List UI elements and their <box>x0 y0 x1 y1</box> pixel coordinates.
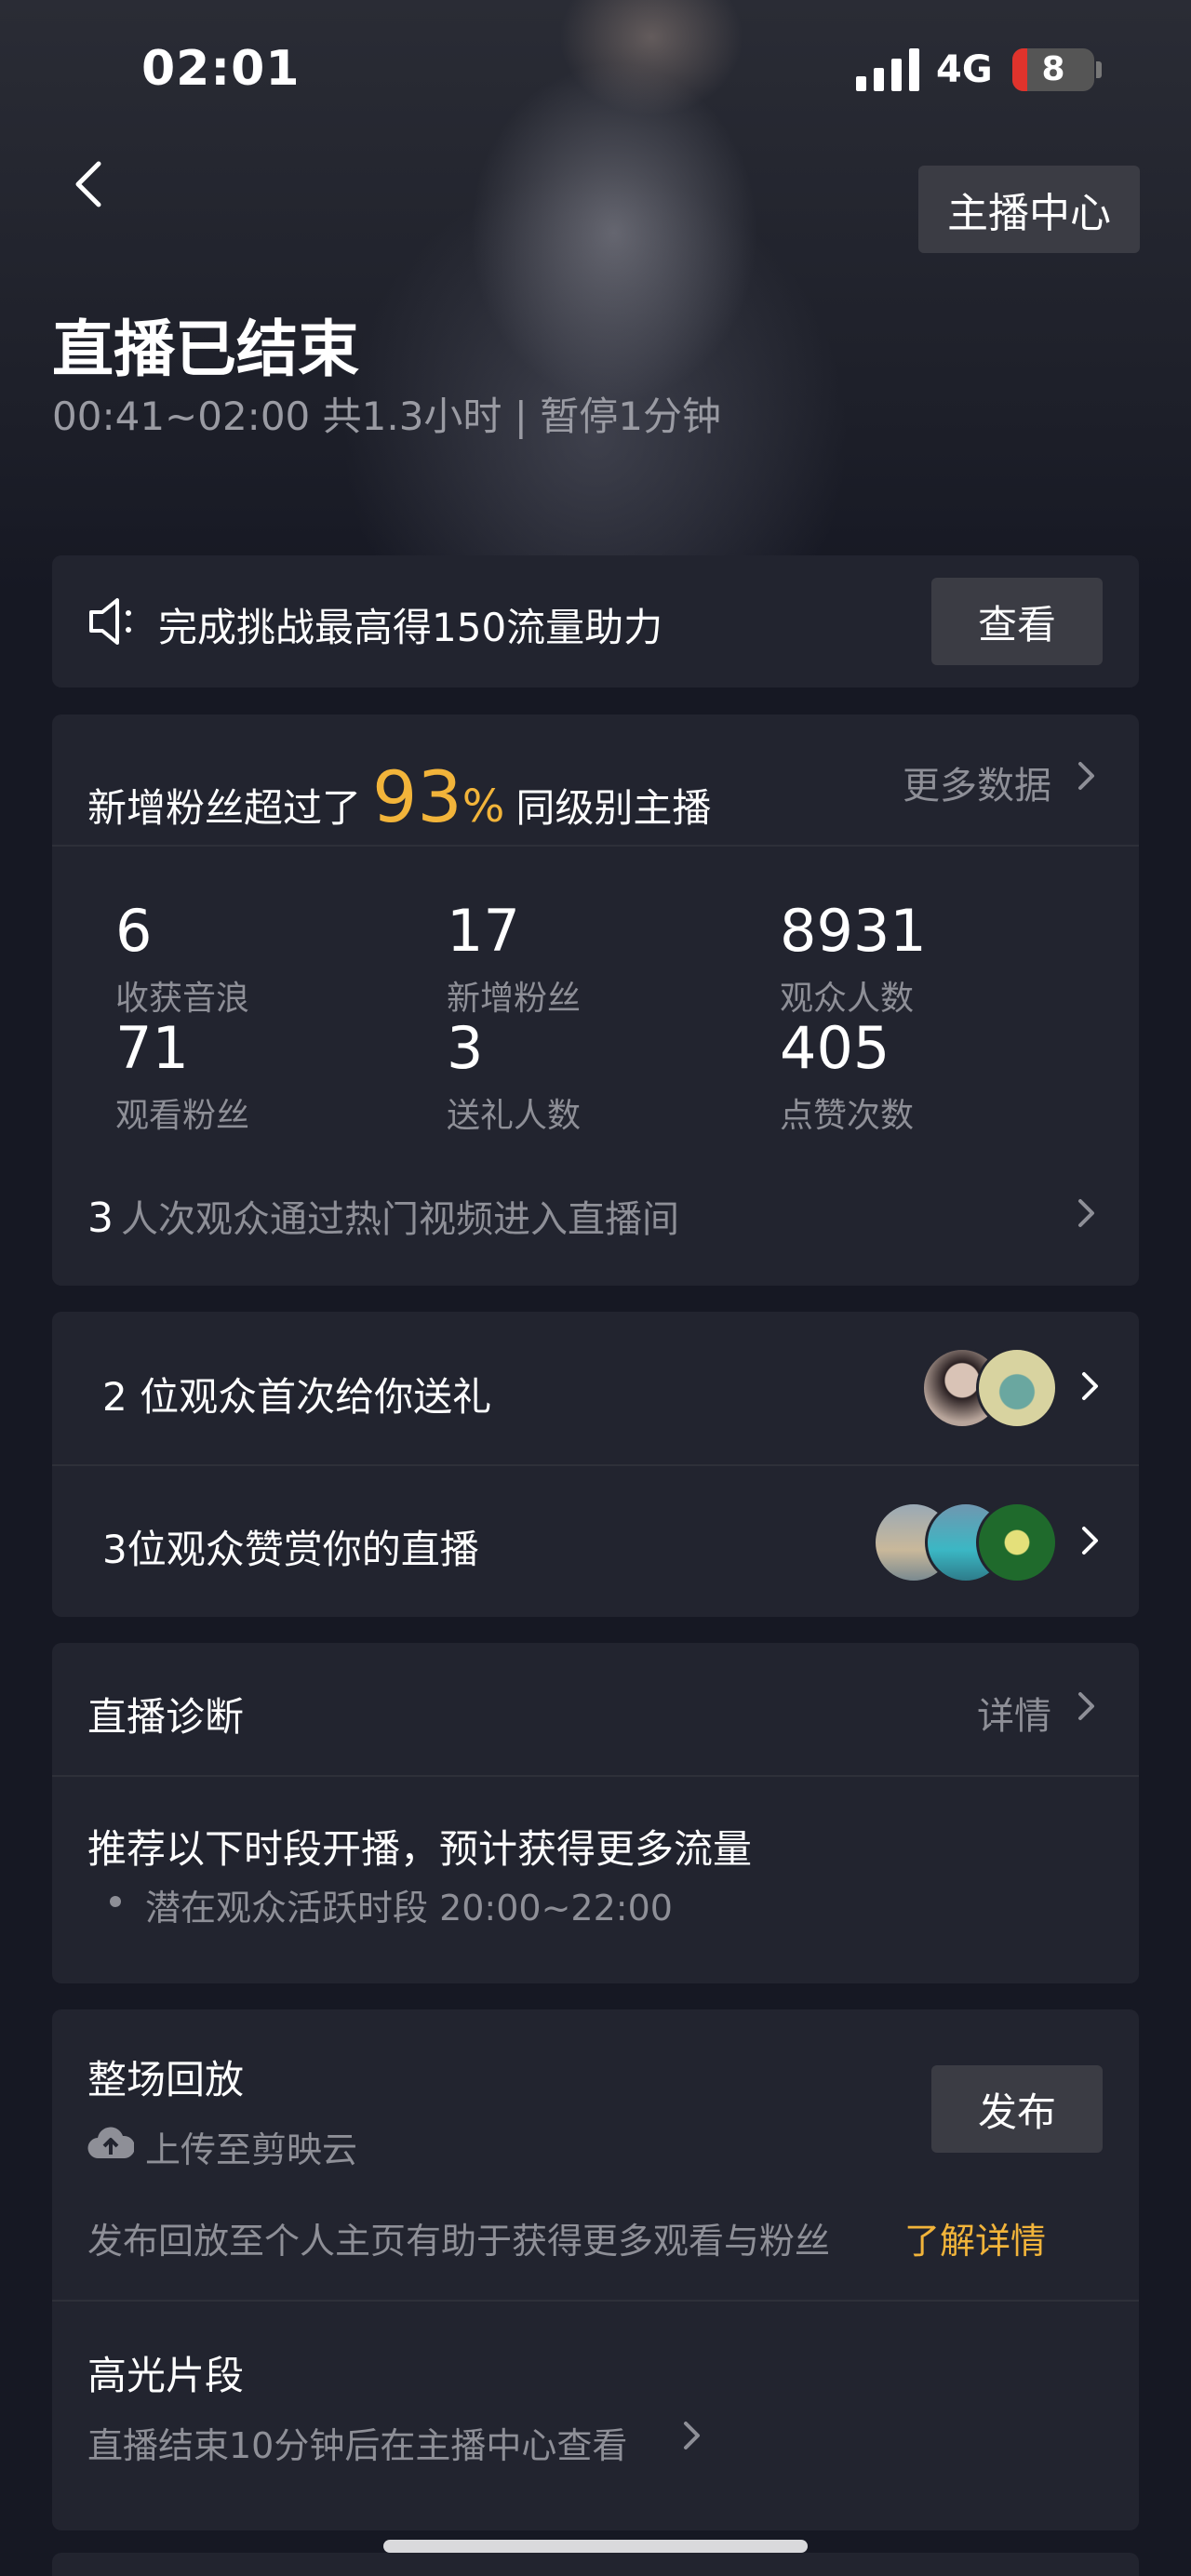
publish-button[interactable]: 发布 <box>931 2065 1103 2153</box>
speaker-icon <box>89 598 131 645</box>
diagnosis-details-link[interactable]: 详情 <box>977 1686 1051 1740</box>
bullet-dot <box>110 1896 121 1907</box>
stat-value-new-fans: 17 <box>447 897 520 965</box>
stat-label-new-fans: 新增粉丝 <box>447 980 582 1018</box>
chevron-right-icon[interactable] <box>1076 1196 1098 1230</box>
battery-tip <box>1096 61 1102 78</box>
more-data-link[interactable]: 更多数据 <box>903 755 1051 809</box>
chevron-right-icon[interactable] <box>1079 1369 1102 1403</box>
stat-value-watching-fans: 71 <box>115 1014 189 1082</box>
cloud-upload-icon <box>87 2127 134 2159</box>
highlights-description[interactable]: 直播结束10分钟后在主播中心查看 <box>87 2417 627 2468</box>
stat-label-likes: 点赞次数 <box>780 1097 915 1135</box>
hot-video-text: 人次观众通过热门视频进入直播间 <box>121 1198 679 1241</box>
stat-value-gift-givers: 3 <box>447 1014 484 1082</box>
page-title: 直播已结束 <box>52 314 359 385</box>
stat-label-gift-givers: 送礼人数 <box>447 1097 582 1135</box>
fan-growth-percent-sign: % <box>462 781 505 833</box>
status-time: 02:01 <box>141 41 301 97</box>
replay-description: 发布回放至个人主页有助于获得更多观看与粉丝 <box>87 2221 831 2262</box>
avatar <box>976 1347 1058 1429</box>
replay-title: 整场回放 <box>87 2057 245 2102</box>
chevron-right-icon[interactable] <box>681 2419 703 2452</box>
diagnosis-card: 直播诊断 详情 推荐以下时段开播，预计获得更多流量 潜在观众活跃时段 20:00… <box>52 1643 1139 1983</box>
next-card <box>52 2553 1139 2576</box>
first-gift-text[interactable]: 2 位观众首次给你送礼 <box>102 1366 491 1422</box>
appreciate-text[interactable]: 3位观众赞赏你的直播 <box>102 1518 479 1575</box>
stat-value-gifts: 6 <box>115 897 153 965</box>
stats-card: 新增粉丝超过了 93 % 同级别主播 更多数据 6 收获音浪 17 新增粉丝 8… <box>52 714 1139 1286</box>
back-arrow-icon[interactable] <box>67 156 114 212</box>
stat-label-viewers: 观众人数 <box>780 980 915 1018</box>
host-center-button[interactable]: 主播中心 <box>918 166 1140 253</box>
highlights-title: 高光片段 <box>87 2353 245 2398</box>
learn-more-link[interactable]: 了解详情 <box>904 2212 1046 2263</box>
diagnosis-title: 直播诊断 <box>87 1694 245 1740</box>
fan-growth-percent: 93 <box>372 755 462 838</box>
stat-label-gifts: 收获音浪 <box>115 980 250 1018</box>
avatar <box>976 1502 1058 1583</box>
stat-value-viewers: 8931 <box>780 897 927 965</box>
signal-icon <box>856 48 919 91</box>
chevron-right-icon[interactable] <box>1076 759 1098 793</box>
fan-growth-headline: 新增粉丝超过了 93 % 同级别主播 <box>87 755 711 838</box>
network-label: 4G <box>936 48 993 91</box>
stat-value-likes: 405 <box>780 1014 890 1082</box>
live-duration: 00:41~02:00 共1.3小时 | 暂停1分钟 <box>52 394 721 439</box>
chevron-right-icon[interactable] <box>1076 1689 1098 1723</box>
home-indicator[interactable] <box>383 2540 808 2553</box>
hot-video-count: 3 <box>87 1195 114 1242</box>
diagnosis-bullet: 潜在观众活跃时段 20:00~22:00 <box>145 1888 673 1929</box>
battery-level: 8 <box>1041 50 1065 88</box>
replay-card: 整场回放 上传至剪映云 发布 发布回放至个人主页有助于获得更多观看与粉丝 了解详… <box>52 2009 1139 2530</box>
fan-growth-prefix: 新增粉丝超过了 <box>87 785 362 831</box>
battery-icon: 8 <box>1012 48 1094 91</box>
challenge-card: 完成挑战最高得150流量助力 查看 <box>52 555 1139 687</box>
stat-label-watching-fans: 观看粉丝 <box>115 1097 250 1135</box>
chevron-right-icon[interactable] <box>1079 1524 1102 1557</box>
challenge-text: 完成挑战最高得150流量助力 <box>158 605 663 650</box>
hot-video-row[interactable]: 3 人次观众通过热门视频进入直播间 <box>87 1189 679 1243</box>
fan-growth-suffix: 同级别主播 <box>515 785 712 831</box>
view-challenge-button[interactable]: 查看 <box>931 578 1103 665</box>
upload-cloud-text[interactable]: 上传至剪映云 <box>145 2121 357 2172</box>
diagnosis-recommendation: 推荐以下时段开播，预计获得更多流量 <box>87 1826 753 1872</box>
audience-card: 2 位观众首次给你送礼 3位观众赞赏你的直播 <box>52 1312 1139 1617</box>
